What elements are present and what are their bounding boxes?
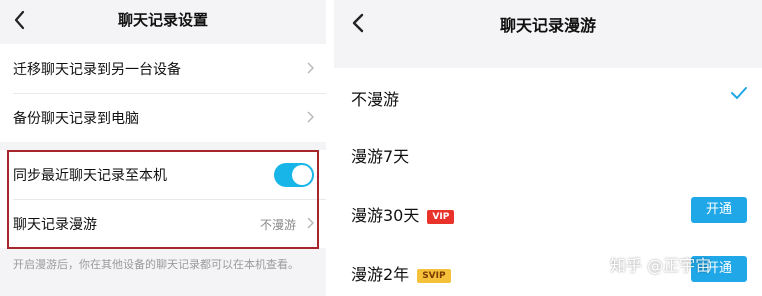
option-label-text: 漫游2年 <box>351 265 410 284</box>
open-vip-button[interactable]: 开通 <box>691 197 747 223</box>
nav-bar: 聊天记录设置 <box>0 0 326 40</box>
migrate-records-label: 迁移聊天记录到另一台设备 <box>13 62 181 78</box>
chevron-right-icon <box>307 62 314 74</box>
option-roaming-7-days[interactable]: 漫游7天 <box>334 125 762 181</box>
vip-badge: VIP <box>427 210 455 224</box>
highlight-box <box>7 150 319 249</box>
option-label: 不漫游 <box>351 90 400 109</box>
option-no-roaming[interactable]: 不漫游 <box>334 68 762 124</box>
backup-to-pc-label: 备份聊天记录到电脑 <box>13 111 139 127</box>
nav-bar: 聊天记录漫游 <box>334 0 762 44</box>
option-label: 漫游2年 SVIP <box>351 261 451 285</box>
chevron-right-icon <box>307 111 314 123</box>
watermark: 知乎 @正宇宙 <box>610 256 712 275</box>
checkmark-icon <box>731 87 747 99</box>
settings-group-1: 迁移聊天记录到另一台设备 备份聊天记录到电脑 <box>0 44 326 142</box>
page-title: 聊天记录漫游 <box>499 16 596 35</box>
roaming-note: 开启漫游后，你在其他设备的聊天记录都可以在本机查看。 <box>13 258 299 271</box>
page-title: 聊天记录设置 <box>117 11 208 29</box>
migrate-records-row[interactable]: 迁移聊天记录到另一台设备 <box>0 44 326 93</box>
option-roaming-30-days[interactable]: 漫游30天 VIP 开通 <box>334 184 762 240</box>
backup-to-pc-row[interactable]: 备份聊天记录到电脑 <box>0 93 326 142</box>
svip-badge: SVIP <box>417 269 451 283</box>
chat-settings-screen: 聊天记录设置 迁移聊天记录到另一台设备 备份聊天记录到电脑 同步最近聊天记录至本… <box>0 0 326 296</box>
option-label: 漫游7天 <box>351 147 410 166</box>
option-label-text: 漫游30天 <box>351 206 420 225</box>
option-label: 漫游30天 VIP <box>351 202 455 226</box>
